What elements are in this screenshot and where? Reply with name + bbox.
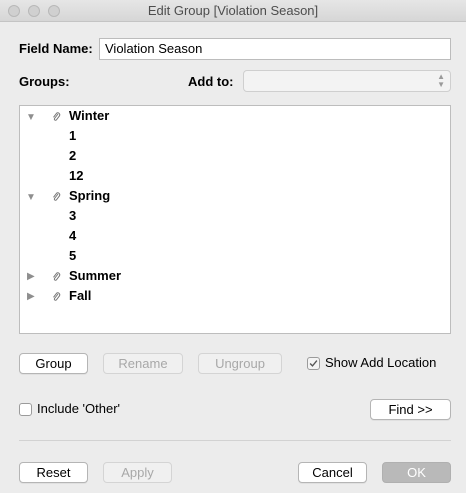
ok-button[interactable]: OK <box>382 462 451 483</box>
window-title: Edit Group [Violation Season] <box>147 3 319 18</box>
reset-button[interactable]: Reset <box>19 462 88 483</box>
up-down-chevrons-icon: ▲ ▼ <box>437 72 445 89</box>
member-row[interactable]: 1 <box>69 126 76 146</box>
group-row-spring[interactable]: Spring <box>69 186 110 206</box>
rename-button[interactable]: Rename <box>103 353 183 374</box>
paperclip-icon <box>53 292 61 301</box>
title-bar: Edit Group [Violation Season] <box>0 0 466 22</box>
group-button[interactable]: Group <box>19 353 88 374</box>
find-button[interactable]: Find >> <box>370 399 451 420</box>
field-name-label: Field Name: <box>19 41 93 56</box>
group-row-winter[interactable]: Winter <box>69 106 109 126</box>
collapsed-triangle-icon[interactable]: ▶ <box>27 271 35 282</box>
checkmark-icon <box>309 360 318 367</box>
divider <box>19 440 451 441</box>
paperclip-icon <box>53 112 61 121</box>
member-row[interactable]: 12 <box>69 166 83 186</box>
paperclip-icon <box>53 192 61 201</box>
member-row[interactable]: 5 <box>69 246 76 266</box>
include-other-label[interactable]: Include 'Other' <box>37 401 120 416</box>
groups-tree[interactable]: ▼ Winter 1 2 12 ▼ Spring 3 4 5 ▶ Summer … <box>19 105 451 334</box>
groups-label: Groups: <box>19 74 70 89</box>
member-row[interactable]: 4 <box>69 226 76 246</box>
add-to-select[interactable]: ▲ ▼ <box>243 70 451 92</box>
include-other-checkbox[interactable] <box>19 403 32 416</box>
group-row-summer[interactable]: Summer <box>69 266 121 286</box>
ungroup-button[interactable]: Ungroup <box>198 353 282 374</box>
apply-button[interactable]: Apply <box>103 462 172 483</box>
paperclip-icon <box>53 272 61 281</box>
member-row[interactable]: 3 <box>69 206 76 226</box>
collapsed-triangle-icon[interactable]: ▶ <box>27 291 35 302</box>
expanded-triangle-icon[interactable]: ▼ <box>26 112 36 123</box>
show-add-location-label[interactable]: Show Add Location <box>325 355 436 370</box>
add-to-label: Add to: <box>188 74 234 89</box>
expanded-triangle-icon[interactable]: ▼ <box>26 192 36 203</box>
cancel-button[interactable]: Cancel <box>298 462 367 483</box>
field-name-input[interactable]: Violation Season <box>99 38 451 60</box>
show-add-location-checkbox[interactable] <box>307 357 320 370</box>
member-row[interactable]: 2 <box>69 146 76 166</box>
group-row-fall[interactable]: Fall <box>69 286 91 306</box>
